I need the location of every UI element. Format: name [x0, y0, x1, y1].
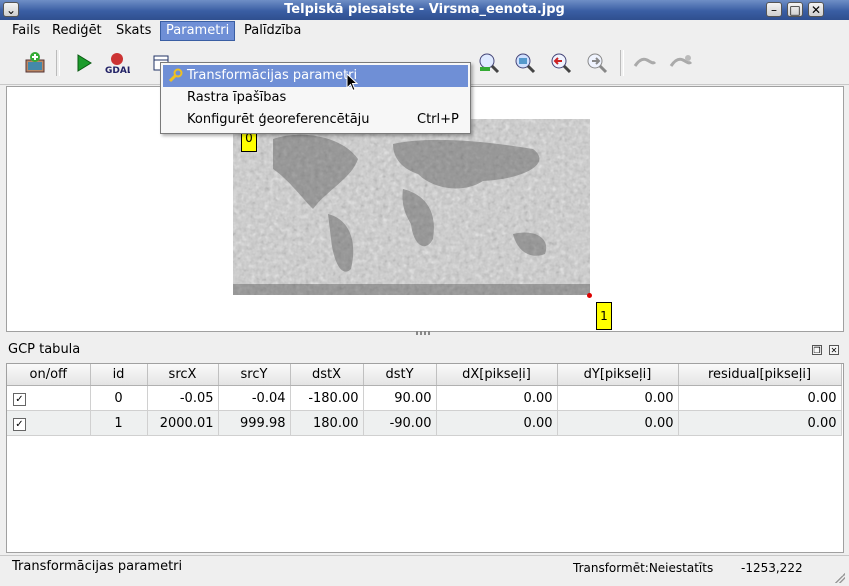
menu-item-label: Transformācijas parametri	[187, 68, 358, 83]
link-qgis-icon[interactable]	[668, 50, 694, 76]
toolbar-separator	[620, 50, 624, 76]
transform-status: Transformēt:Neiestatīts	[573, 561, 714, 575]
menu-settings[interactable]: Parametri	[160, 21, 236, 41]
minimize-button[interactable]: –	[766, 2, 782, 17]
coordinate-readout: -1253,222	[741, 561, 803, 575]
mouse-cursor-icon	[346, 72, 360, 97]
menu-item-shortcut: Ctrl+P	[417, 112, 459, 127]
close-panel-icon[interactable]: ✕	[829, 345, 839, 355]
georeferencer-window: Fails Rediģēt Skats Parametri Palīdzība …	[0, 20, 849, 586]
svg-text:GDAL: GDAL	[105, 66, 130, 75]
cell-dy: 0.00	[557, 385, 679, 411]
table-header-row: on/off id srcX srcY dstX dstY dX[pikseļi…	[7, 364, 842, 386]
cell-dstx[interactable]: -180.00	[290, 385, 364, 411]
zoom-in-icon[interactable]	[476, 50, 502, 76]
cell-dy: 0.00	[557, 410, 679, 436]
column-header[interactable]: on/off	[7, 364, 91, 386]
close-button[interactable]: ✕	[808, 2, 824, 17]
splitter-handle[interactable]	[416, 331, 432, 335]
settings-dropdown-menu: Transformācijas parametri Rastra īpašība…	[160, 62, 471, 134]
gdal-script-icon[interactable]: GDAL	[104, 50, 130, 76]
menu-edit[interactable]: Rediģēt	[47, 21, 107, 41]
column-header[interactable]: srcY	[218, 364, 291, 386]
cell-srcy[interactable]: -0.04	[218, 385, 291, 411]
cell-dstx[interactable]: 180.00	[290, 410, 364, 436]
cell-dsty[interactable]: 90.00	[363, 385, 437, 411]
link-georeferencer-icon[interactable]	[632, 50, 658, 76]
menu-item-label: Konfigurēt ģeoreferencētāju	[187, 112, 370, 127]
menu-view[interactable]: Skats	[111, 21, 156, 41]
column-header[interactable]: dX[pikseļi]	[436, 364, 558, 386]
raster-image	[233, 119, 590, 295]
column-header[interactable]: residual[pikseļi]	[678, 364, 842, 386]
status-bar: Transformācijas parametri Transformēt:Ne…	[0, 555, 849, 586]
cell-srcx[interactable]: -0.05	[147, 385, 219, 411]
cell-residual: 0.00	[678, 410, 842, 436]
open-raster-icon[interactable]	[22, 50, 48, 76]
menu-configure-georeferencer[interactable]: Konfigurēt ģeoreferencētāju Ctrl+P	[163, 109, 468, 131]
menu-raster-properties[interactable]: Rastra īpašības	[163, 87, 468, 109]
cell-srcx[interactable]: 2000.01	[147, 410, 219, 436]
column-header[interactable]: dstY	[363, 364, 437, 386]
gcp-table-panel: GCP tabula ❐ ✕ on/off id srcX srcY dstX …	[0, 337, 849, 553]
start-georeferencing-icon[interactable]	[70, 50, 96, 76]
column-header[interactable]: dY[pikseļi]	[557, 364, 679, 386]
enabled-checkbox[interactable]: ✓	[13, 417, 26, 431]
gcp-table[interactable]: on/off id srcX srcY dstX dstY dX[pikseļi…	[6, 363, 844, 553]
window-title: Telpiskā piesaiste - Virsma_eenota.jpg	[284, 2, 565, 17]
resize-grip-icon[interactable]	[835, 573, 845, 583]
enabled-checkbox[interactable]: ✓	[13, 392, 26, 406]
title-bar: ⌄ Telpiskā piesaiste - Virsma_eenota.jpg…	[0, 0, 849, 20]
float-panel-icon[interactable]: ❐	[812, 345, 822, 355]
cell-id: 0	[90, 385, 148, 411]
cell-srcy[interactable]: 999.98	[218, 410, 291, 436]
panel-title: GCP tabula	[8, 342, 81, 357]
cell-dsty[interactable]: -90.00	[363, 410, 437, 436]
cell-dx: 0.00	[436, 410, 558, 436]
column-header[interactable]: srcX	[147, 364, 219, 386]
column-header[interactable]: dstX	[290, 364, 364, 386]
menu-item-label: Rastra īpašības	[187, 90, 287, 105]
cell-id: 1	[90, 410, 148, 436]
status-message: Transformācijas parametri	[12, 559, 183, 574]
menu-file[interactable]: Fails	[7, 21, 45, 41]
gcp-point-1[interactable]	[587, 293, 592, 298]
cell-dx: 0.00	[436, 385, 558, 411]
maximize-button[interactable]: □	[787, 2, 803, 17]
cell-residual: 0.00	[678, 385, 842, 411]
table-row[interactable]: ✓ 0 -0.05 -0.04 -180.00 90.00 0.00 0.00 …	[7, 385, 842, 411]
menu-bar: Fails Rediģēt Skats Parametri Palīdzība	[0, 20, 849, 42]
column-header[interactable]: id	[90, 364, 148, 386]
toolbar-separator	[56, 50, 60, 76]
zoom-last-icon[interactable]	[548, 50, 574, 76]
gcp-label-1: 1	[596, 302, 612, 330]
zoom-layer-icon[interactable]	[512, 50, 538, 76]
zoom-next-icon[interactable]	[584, 50, 610, 76]
menu-transformation-settings[interactable]: Transformācijas parametri	[163, 65, 468, 87]
menu-help[interactable]: Palīdzība	[239, 21, 306, 41]
table-row[interactable]: ✓ 1 2000.01 999.98 180.00 -90.00 0.00 0.…	[7, 410, 842, 436]
